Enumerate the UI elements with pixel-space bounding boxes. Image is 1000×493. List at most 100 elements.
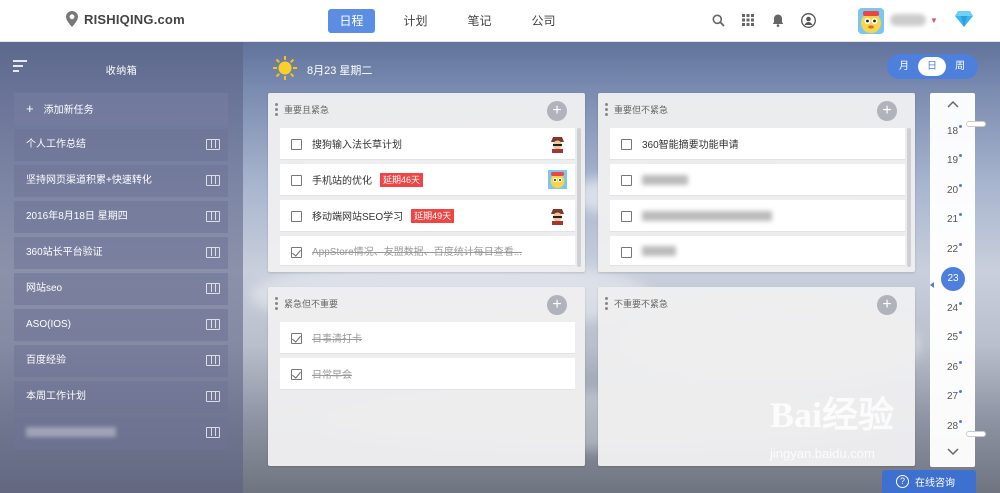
logo[interactable]: RISHIQING.com [66,11,185,27]
add-task-plus-button[interactable]: + [547,101,567,121]
task-checkbox-checked[interactable] [291,369,302,380]
user-name[interactable] [890,14,926,26]
event-dot [959,125,962,128]
nav-company[interactable]: 公司 [520,9,567,33]
sidebar-item[interactable]: 本周工作计划 [14,381,228,413]
add-task-plus-button[interactable]: + [877,101,897,121]
task-item[interactable]: 360智能摘要功能申请 [610,128,905,160]
day-item[interactable]: 21 [930,213,975,225]
notebook-icon[interactable] [206,139,220,150]
task-checkbox[interactable] [291,211,302,222]
day-number: 25 [946,332,959,343]
day-number: 26 [946,362,959,373]
sidebar-item-label: 坚持网页渠道积累+快速转化 [26,175,152,186]
task-checkbox[interactable] [621,139,632,150]
sidebar-item[interactable]: ASO(IOS) [14,309,228,341]
nav-plan[interactable]: 计划 [392,9,439,33]
drag-handle-icon[interactable] [605,103,608,118]
sidebar-item[interactable]: 360站长平台验证 [14,237,228,269]
task-item-completed[interactable]: 日事清打卡 [280,322,575,354]
drag-handle-icon[interactable] [605,297,608,312]
sun-icon [272,55,298,84]
search-icon[interactable] [710,12,726,28]
task-item[interactable]: 手机站的优化 延期46天 [280,164,575,196]
task-item[interactable]: 搜狗输入法长草计划 [280,128,575,160]
day-item[interactable]: 27 [930,390,975,402]
diamond-icon[interactable] [955,11,973,30]
sidebar-item[interactable] [14,417,228,449]
task-checkbox[interactable] [291,139,302,150]
task-text: AppStore情况、友盟数据、百度统计每日查看... [312,247,523,258]
day-item[interactable]: 20 [930,184,975,196]
sidebar-item[interactable]: 坚持网页渠道积累+快速转化 [14,165,228,197]
task-text: 日常早会 [312,370,352,381]
notebook-icon[interactable] [206,427,220,438]
chevron-down-icon[interactable] [930,447,975,459]
day-item-today[interactable]: 23 [941,267,965,291]
bell-icon[interactable] [770,12,786,28]
top-bar: RISHIQING.com 日程 计划 笔记 公司 ▼ [0,0,1000,42]
day-item[interactable]: 18 [930,125,975,137]
user-avatar[interactable] [858,8,884,34]
event-dot [959,154,962,157]
notebook-icon[interactable] [206,247,220,258]
nav-schedule[interactable]: 日程 [328,9,375,33]
sidebar-item[interactable]: 2016年8月18日 星期四 [14,201,228,233]
sidebar-item[interactable]: 百度经验 [14,345,228,377]
day-number: 24 [946,303,959,314]
chevron-down-icon[interactable]: ▼ [930,16,938,25]
today-pointer-icon [930,282,934,288]
view-day-button[interactable]: 日 [918,57,946,76]
task-item[interactable]: 移动端网站SEO学习 延期49天 [280,200,575,232]
sidebar-item[interactable]: 网站seo [14,273,228,305]
notebook-icon[interactable] [206,355,220,366]
view-week-button[interactable]: 周 [946,57,974,76]
online-consult-button[interactable]: ? 在线咨询 [882,470,976,493]
nav-notes[interactable]: 笔记 [456,9,503,33]
quadrant-not-important-not-urgent: 不重要不紧急 + [598,287,915,466]
add-task-button[interactable]: + 添加新任务 [14,93,228,125]
grid-icon[interactable] [740,12,756,28]
task-item-completed[interactable]: 日常早会 [280,358,575,390]
task-item[interactable] [610,164,905,196]
day-item[interactable]: 25 [930,331,975,343]
task-checkbox[interactable] [621,175,632,186]
add-task-plus-button[interactable]: + [547,295,567,315]
day-item[interactable]: 19 [930,154,975,166]
task-checkbox-checked[interactable] [291,247,302,258]
event-dot [959,420,962,423]
sidebar-title: 收纳箱 [105,66,138,77]
sidebar-item-label: ASO(IOS) [26,319,72,330]
task-text: 搜狗输入法长草计划 [312,140,402,151]
add-task-plus-button[interactable]: + [877,295,897,315]
chevron-up-icon[interactable] [930,99,975,111]
day-item[interactable]: 24 [930,302,975,314]
scrollbar[interactable] [907,128,911,267]
day-item[interactable]: 26 [930,361,975,373]
view-month-button[interactable]: 月 [890,57,918,76]
user-circle-icon[interactable] [800,12,816,28]
range-handle-bottom[interactable] [966,431,986,437]
task-item[interactable] [610,236,905,266]
task-checkbox[interactable] [291,175,302,186]
notebook-icon[interactable] [206,283,220,294]
notebook-icon[interactable] [206,391,220,402]
range-handle-top[interactable] [966,121,986,127]
drag-handle-icon[interactable] [275,297,278,312]
notebook-icon[interactable] [206,175,220,186]
scrollbar[interactable] [577,128,581,267]
sidebar-item-label: 2016年8月18日 星期四 [26,211,128,222]
notebook-icon[interactable] [206,211,220,222]
task-checkbox-checked[interactable] [291,333,302,344]
sidebar-item[interactable]: 个人工作总结 [14,129,228,161]
task-checkbox[interactable] [621,247,632,258]
task-item-completed[interactable]: AppStore情况、友盟数据、百度统计每日查看... [280,236,575,266]
task-checkbox[interactable] [621,211,632,222]
event-dot [959,361,962,364]
notebook-icon[interactable] [206,319,220,330]
main-nav: 日程 计划 笔记 公司 [328,9,567,33]
task-text-redacted [642,174,688,185]
day-item[interactable]: 22 [930,243,975,255]
task-item[interactable] [610,200,905,232]
drag-handle-icon[interactable] [275,103,278,118]
